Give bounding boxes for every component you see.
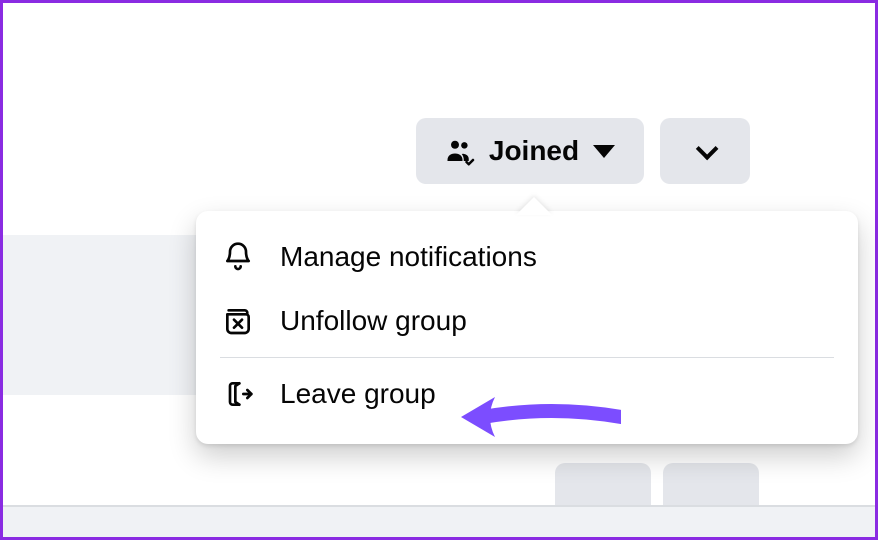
joined-button-label: Joined <box>489 135 579 167</box>
unfollow-icon <box>220 303 256 339</box>
menu-item-label: Leave group <box>280 378 436 410</box>
caret-down-icon <box>593 145 615 158</box>
menu-separator <box>220 357 834 358</box>
menu-item-label: Manage notifications <box>280 241 537 273</box>
group-action-buttons: Joined <box>416 118 750 184</box>
menu-item-manage-notifications[interactable]: Manage notifications <box>206 225 848 289</box>
joined-button[interactable]: Joined <box>416 118 644 184</box>
joined-dropdown-menu: Manage notifications Unfollow group Leav… <box>196 211 858 444</box>
group-joined-icon <box>445 136 475 166</box>
menu-item-unfollow-group[interactable]: Unfollow group <box>206 289 848 353</box>
more-actions-button[interactable] <box>660 118 750 184</box>
page-bottom-bg <box>3 507 875 537</box>
bell-icon <box>220 239 256 275</box>
menu-item-label: Unfollow group <box>280 305 467 337</box>
menu-item-leave-group[interactable]: Leave group <box>206 362 848 426</box>
chevron-down-icon <box>696 138 719 161</box>
leave-icon <box>220 376 256 412</box>
